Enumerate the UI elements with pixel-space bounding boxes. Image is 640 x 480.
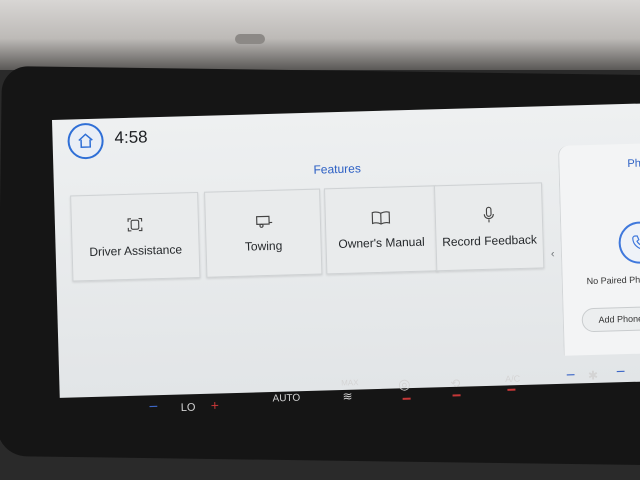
tile-label: Driver Assistance <box>89 242 183 260</box>
owners-manual-tile[interactable]: Owner's Manual <box>324 185 439 275</box>
fan-icon: ✱ <box>587 368 599 383</box>
phone-panel-title: Phon <box>627 157 640 170</box>
book-icon <box>371 211 391 225</box>
tile-label: Towing <box>244 238 283 254</box>
recirculate-icon[interactable]: ⟲ <box>450 376 460 390</box>
max-defrost-icon[interactable]: ≋ <box>342 389 352 403</box>
tile-label: Owner's Manual <box>338 234 425 252</box>
max-defrost-label: MAX <box>341 378 359 388</box>
dashboard-trim <box>0 0 640 70</box>
tile-label: Record Feedback <box>442 232 538 250</box>
phone-button[interactable] <box>618 221 640 265</box>
home-button[interactable] <box>67 122 105 160</box>
fan-down-button[interactable]: − <box>566 367 576 385</box>
heated-wheel-icon[interactable]: ◎ <box>398 376 411 393</box>
microphone-icon <box>483 206 494 223</box>
towing-tile[interactable]: Towing <box>204 188 323 278</box>
no-paired-phone-text: No Paired Phone <box>586 274 640 287</box>
temp-right-down-button[interactable]: − <box>616 364 626 382</box>
add-phone-button[interactable]: Add Phone <box>581 306 640 333</box>
trailer-icon <box>256 215 273 228</box>
clock: 4:58 <box>114 127 148 148</box>
driver-assist-icon <box>127 217 143 232</box>
features-title: Features <box>313 161 362 177</box>
chevron-left-icon[interactable]: ‹ <box>551 248 555 260</box>
heat-indicator <box>402 397 411 400</box>
temp-left-display: LO <box>180 401 196 415</box>
phone-icon <box>632 235 640 250</box>
heat-indicator <box>507 388 516 391</box>
temp-up-button[interactable]: + <box>211 397 220 413</box>
ac-button[interactable]: A/C <box>505 374 520 384</box>
driver-assistance-tile[interactable]: Driver Assistance <box>70 191 201 282</box>
infotainment-screen: 4:58 Features Driver Assistance Towing O… <box>52 102 640 398</box>
auto-button[interactable]: AUTO <box>272 393 300 405</box>
heat-indicator <box>452 394 461 397</box>
temp-down-button[interactable]: − <box>149 399 159 417</box>
home-icon <box>78 133 93 148</box>
record-feedback-tile[interactable]: Record Feedback <box>433 182 545 272</box>
phone-panel: Phon No Paired Phone Add Phone <box>557 142 640 356</box>
